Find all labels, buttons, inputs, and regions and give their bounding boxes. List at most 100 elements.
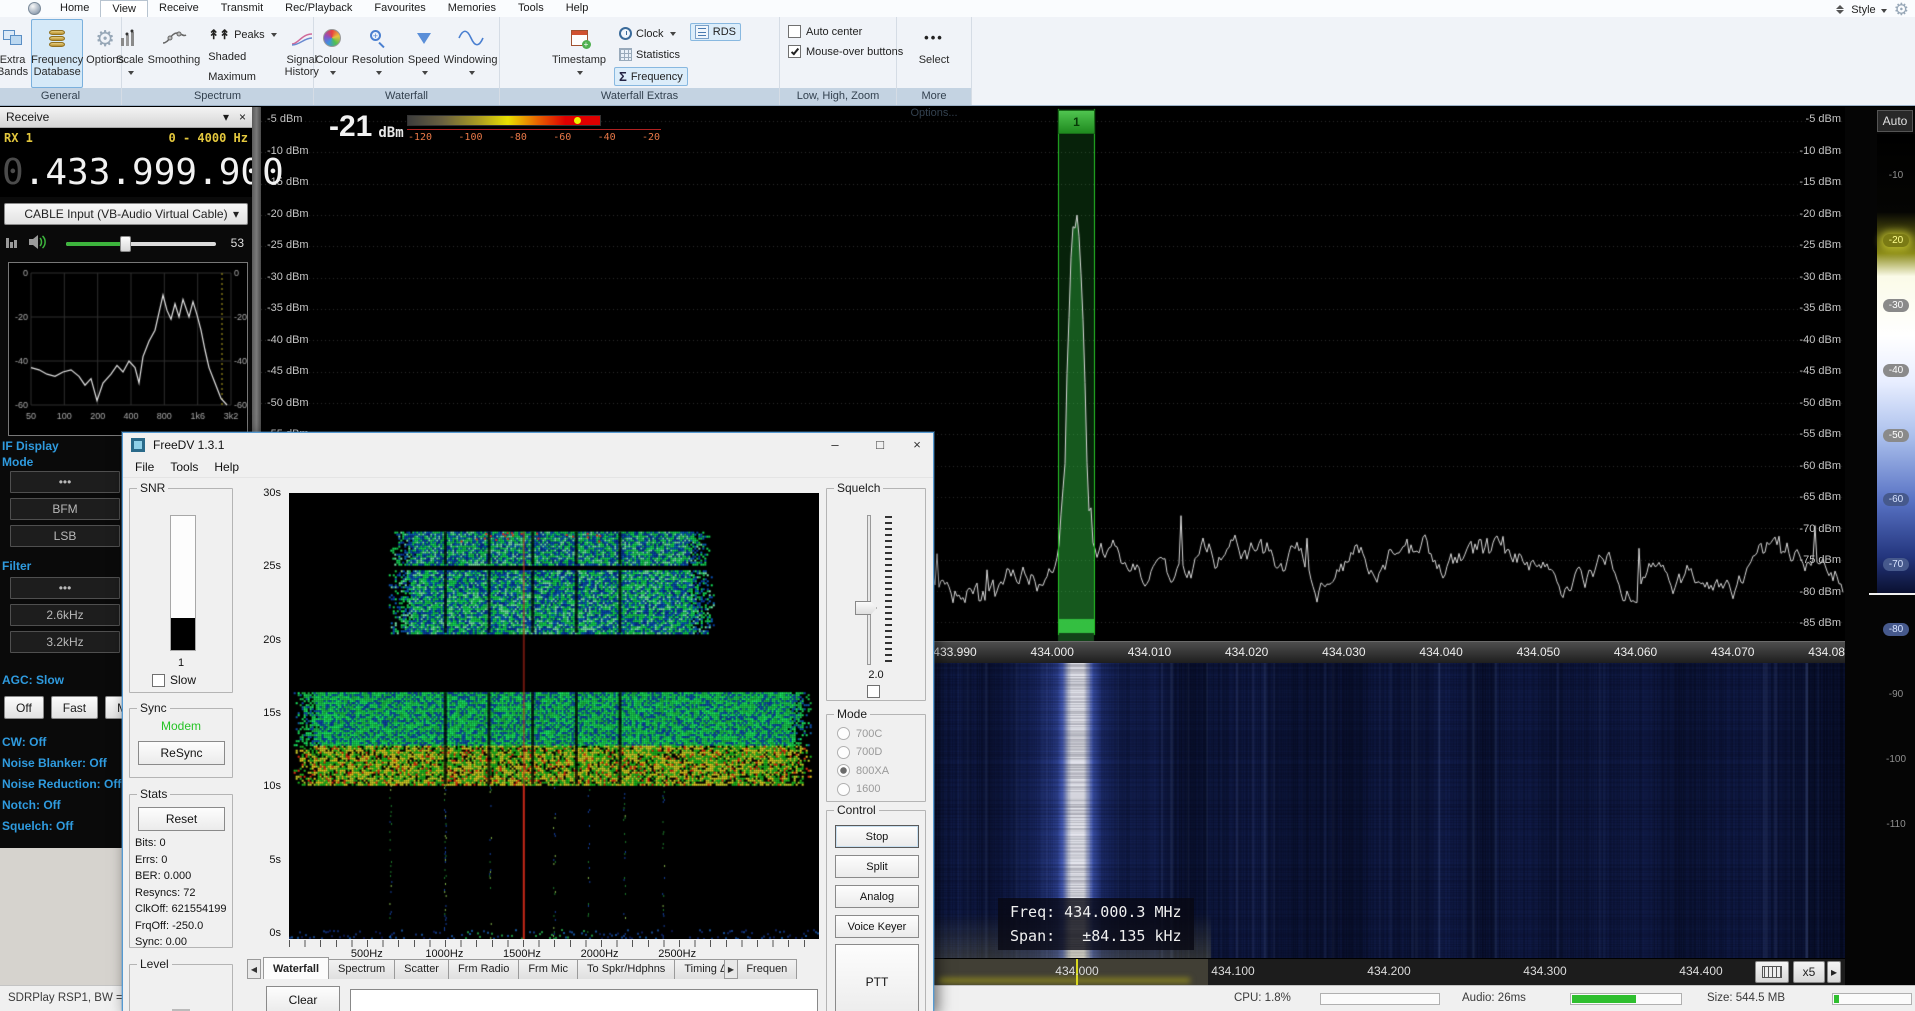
windowing-button[interactable]: Windowing [443, 19, 499, 88]
squelch-slider-thumb[interactable] [855, 601, 877, 615]
dsp-status-line[interactable]: Noise Blanker: Off [2, 756, 121, 770]
ptt-button[interactable]: PTT [835, 944, 919, 1011]
squelch-slider[interactable] [867, 515, 871, 665]
frequency-display[interactable]: 0.433.999.900 [0, 148, 252, 197]
filter-button[interactable]: 2.6kHz [10, 604, 120, 626]
reset-button[interactable]: Reset [138, 807, 225, 831]
control-button[interactable]: Analog [835, 885, 919, 908]
level-marker[interactable]: -30 [1883, 299, 1909, 312]
text-output-field[interactable] [350, 989, 818, 1011]
mode-button[interactable]: BFM [10, 498, 120, 520]
freedv-menu-item[interactable]: Help [206, 458, 247, 476]
agc-button[interactable]: Off [4, 696, 44, 719]
level-marker[interactable]: -70 [1883, 558, 1909, 571]
freedv-window[interactable]: FreeDV 1.3.1 – □ × FileToolsHelp SNR 1 S… [122, 432, 934, 1011]
zoom-next-button[interactable]: ▸ [1827, 961, 1841, 983]
timestamp-button[interactable]: + Timestamp [546, 19, 612, 88]
mode-button[interactable]: ••• [10, 471, 120, 493]
mode-radio[interactable]: 800XA [837, 764, 889, 777]
extra-bands-button[interactable]: Extra Bands [0, 19, 29, 88]
menu-tab[interactable]: Receive [148, 0, 210, 17]
collapse-ribbon-icon[interactable] [1836, 5, 1844, 14]
menu-tab[interactable]: Help [555, 0, 600, 17]
freedv-tab[interactable]: Frm Mic [518, 959, 578, 979]
dsp-status-line[interactable]: Noise Reduction: Off [2, 777, 121, 791]
level-marker[interactable]: -10 [1883, 169, 1909, 182]
auto-range-button[interactable]: Auto [1877, 110, 1913, 132]
gear-icon[interactable]: ⚙ [1894, 1, 1909, 18]
resync-button[interactable]: ReSync [138, 741, 225, 765]
minimize-button[interactable]: – [818, 435, 852, 454]
freedv-tab[interactable]: Waterfall [263, 957, 329, 979]
menu-tab[interactable]: Memories [437, 0, 507, 17]
freedv-menu-item[interactable]: File [127, 458, 162, 476]
level-marker[interactable]: -110 [1883, 818, 1909, 831]
shaded-button[interactable]: Shaded [203, 49, 281, 65]
panel-pin-icon[interactable]: ▾ [223, 110, 229, 124]
dsp-status-line[interactable]: Squelch: Off [2, 819, 121, 833]
mouse-over-buttons-checkbox[interactable]: Mouse-over buttons [788, 45, 903, 58]
smoothing-button[interactable]: Smoothing [147, 19, 202, 88]
panel-close-icon[interactable]: × [239, 110, 246, 124]
freedv-tab[interactable]: Frm Radio [448, 959, 519, 979]
menu-tab[interactable]: Home [49, 0, 100, 17]
statistics-button[interactable]: Statistics [614, 46, 688, 63]
freedv-tab[interactable]: Scatter [394, 959, 449, 979]
peaks-button[interactable]: ↟↟Peaks [203, 25, 281, 45]
speed-button[interactable]: Speed [407, 19, 441, 88]
auto-center-checkbox[interactable]: Auto center [788, 25, 862, 38]
select-button[interactable]: ••• Select [909, 19, 959, 88]
mode-button[interactable]: LSB [10, 525, 120, 547]
freedv-waterfall-canvas[interactable] [289, 493, 819, 939]
snr-slow-checkbox[interactable]: Slow [152, 673, 196, 687]
agc-button[interactable]: Fast [51, 696, 98, 719]
maximize-button[interactable]: □ [863, 435, 897, 454]
volume-slider[interactable] [66, 242, 216, 246]
freedv-tab[interactable]: Frequen [736, 959, 797, 979]
freedv-tab[interactable]: Spectrum [328, 959, 395, 979]
squelch-checkbox[interactable] [867, 685, 880, 698]
waterfall-colorbar[interactable] [407, 115, 601, 126]
scale-button[interactable]: Scale [115, 19, 145, 88]
receive-panel-titlebar[interactable]: Receive ▾ × [0, 107, 252, 128]
menu-tab[interactable]: View [100, 0, 148, 17]
mode-radio[interactable]: 1600 [837, 783, 889, 796]
frequency-button[interactable]: ΣFrequency [614, 67, 688, 86]
colour-button[interactable]: Colour [315, 19, 349, 88]
control-button[interactable]: Voice Keyer [835, 915, 919, 938]
mode-radio[interactable]: 700C [837, 727, 889, 740]
level-marker[interactable]: -40 [1883, 364, 1909, 377]
freedv-titlebar[interactable]: FreeDV 1.3.1 – □ × [123, 433, 933, 457]
tab-scroll-right-icon[interactable]: ▶ [724, 959, 738, 979]
app-orb-icon[interactable] [28, 2, 41, 15]
audio-device-select[interactable]: CABLE Input (VB-Audio Virtual Cable) ▾ [4, 203, 248, 225]
menu-tab[interactable]: Transmit [210, 0, 274, 17]
channel-marker-badge[interactable]: 1 [1058, 110, 1095, 134]
clear-button[interactable]: Clear [266, 986, 340, 1011]
control-button[interactable]: Stop [835, 825, 919, 848]
keyboard-entry-button[interactable] [1755, 961, 1789, 983]
menu-tab[interactable]: Rec/Playback [274, 0, 363, 17]
filter-button[interactable]: 3.2kHz [10, 631, 120, 653]
level-marker[interactable]: -50 [1883, 429, 1909, 442]
style-menu[interactable]: Style [1851, 4, 1887, 16]
frequency-database-button[interactable]: Frequency Database [31, 19, 83, 88]
zoom-x5-button[interactable]: x5 [1793, 961, 1825, 983]
volume-slider-thumb[interactable] [120, 236, 131, 252]
control-button[interactable]: Split [835, 855, 919, 878]
close-button[interactable]: × [900, 435, 934, 454]
menu-tab[interactable]: Tools [507, 0, 555, 17]
filter-button[interactable]: ••• [10, 577, 120, 599]
mode-radio[interactable]: 700D [837, 746, 889, 759]
freedv-menu-item[interactable]: Tools [162, 458, 206, 476]
equalizer-icon[interactable] [6, 238, 17, 248]
clock-button[interactable]: Clock [614, 25, 688, 42]
dsp-status-line[interactable]: CW: Off [2, 735, 121, 749]
tab-scroll-left-icon[interactable]: ◀ [247, 959, 261, 979]
menu-tab[interactable]: Favourites [363, 0, 436, 17]
level-marker[interactable]: -100 [1883, 753, 1909, 766]
level-marker[interactable]: -80 [1883, 623, 1909, 636]
rds-button[interactable]: RDS [690, 23, 741, 41]
freedv-tab[interactable]: To Spkr/Hdphns [577, 959, 675, 979]
level-marker[interactable]: -90 [1883, 688, 1909, 701]
